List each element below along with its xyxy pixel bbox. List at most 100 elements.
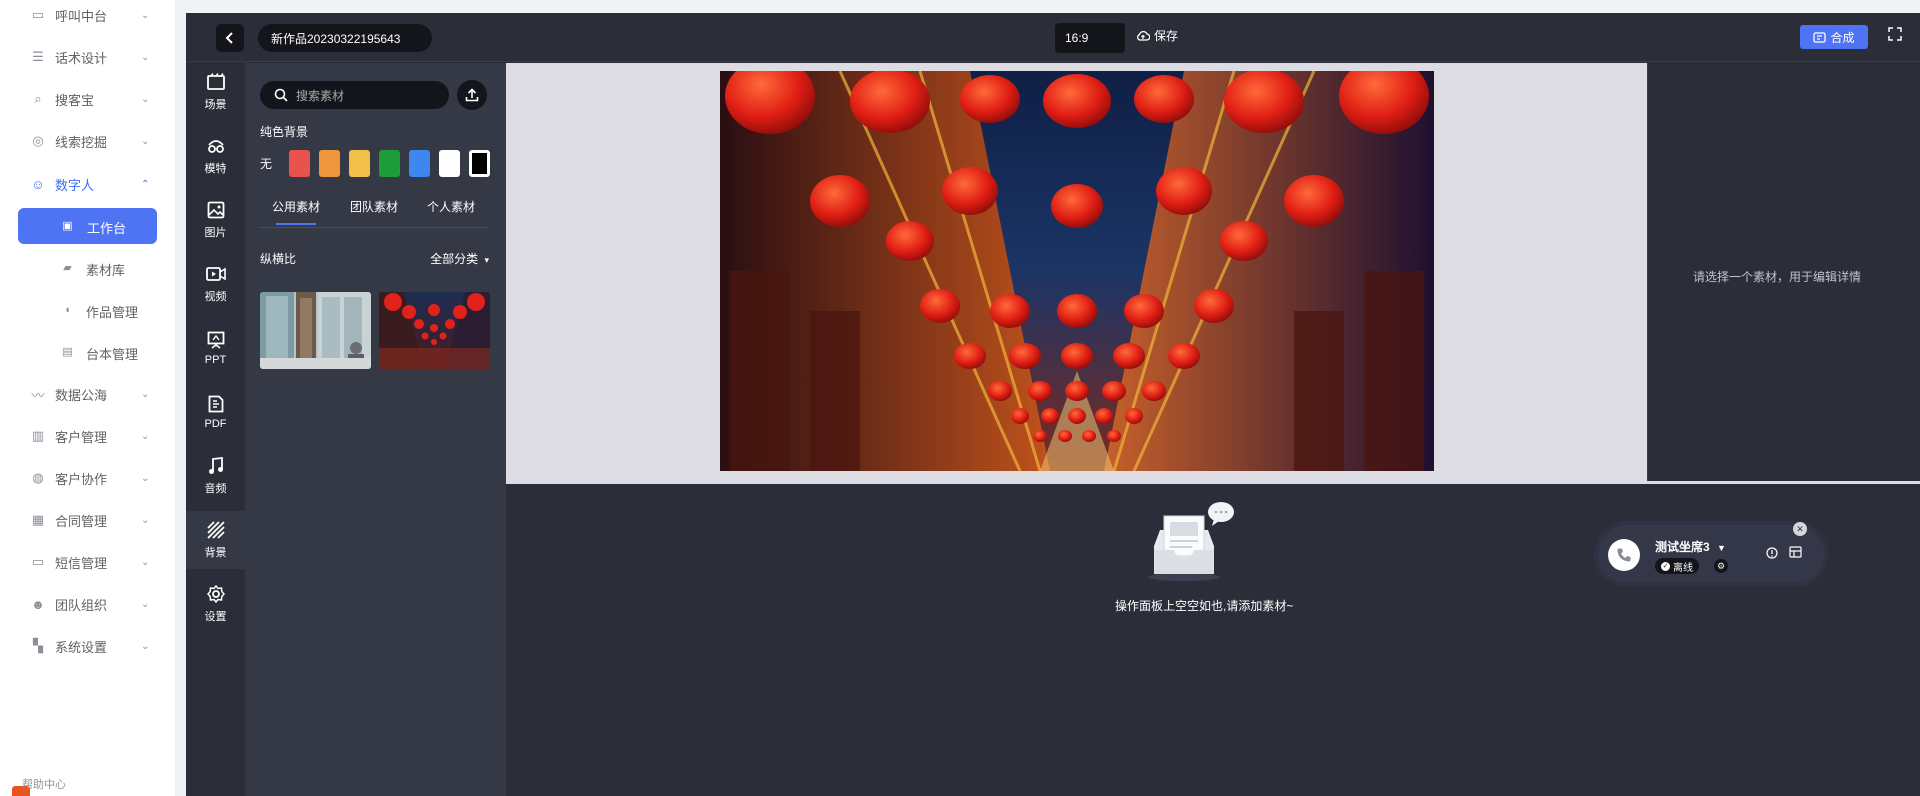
aspect-ratio-select[interactable]: 16:9 <box>1055 23 1125 53</box>
close-icon[interactable]: ✕ <box>1793 522 1807 536</box>
editor-topbar: 新作品20230322195643 16:9 保存 合成 <box>186 13 1920 62</box>
back-button[interactable] <box>216 24 244 52</box>
rail-item-background[interactable]: 背景 <box>186 511 245 569</box>
tab-team-materials[interactable]: 团队素材 <box>350 198 398 215</box>
phone-icon[interactable] <box>1608 539 1640 571</box>
aspect-ratio-label: 纵横比 <box>260 252 297 266</box>
agent-status-badge[interactable]: ✓ 离线 <box>1655 558 1699 574</box>
category-dropdown[interactable]: 全部分类 ▾ <box>430 250 489 267</box>
nav-item-contract-management[interactable]: ▦ 合同管理 ⌄ <box>0 502 176 538</box>
material-tabs: 公用素材 团队素材 个人素材 <box>260 198 489 228</box>
color-swatch[interactable] <box>319 150 340 177</box>
chevron-down-icon: ⌄ <box>141 51 150 63</box>
dialpad-panel-icon[interactable] <box>1789 546 1802 561</box>
video-editor: 新作品20230322195643 16:9 保存 合成 场景 模特 图片 视频… <box>186 13 1920 796</box>
chevron-up-icon: ⌃ <box>141 178 150 190</box>
chevron-down-icon: ⌄ <box>141 135 150 147</box>
search-placeholder: 搜索素材 <box>296 88 345 103</box>
compose-button[interactable]: 合成 <box>1800 25 1868 49</box>
scene-icon <box>206 72 226 92</box>
sub-item-material-library[interactable]: ▰ 素材库 <box>0 250 176 286</box>
chart-icon: 〰 <box>31 387 45 403</box>
target-icon: ◎ <box>32 133 44 148</box>
users-icon: ◍ <box>32 470 44 485</box>
nav-item-soukebao[interactable]: ⌕ 搜客宝 ⌄ <box>0 81 176 117</box>
gear-icon <box>206 584 226 604</box>
caret-down-icon: ▼ <box>1717 543 1726 553</box>
chevron-down-icon: ⌄ <box>141 640 150 652</box>
film-icon <box>1813 31 1827 43</box>
color-swatch[interactable] <box>289 150 310 177</box>
rail-item-pdf[interactable]: PDF <box>186 383 245 441</box>
sub-item-workbench[interactable]: ▣ 工作台 <box>18 208 157 244</box>
nav-item-sms-management[interactable]: ▭ 短信管理 ⌄ <box>0 544 176 580</box>
project-title[interactable]: 新作品20230322195643 <box>258 24 432 52</box>
rail-item-ppt[interactable]: PPT <box>186 319 245 377</box>
workbench-icon: ▣ <box>62 220 73 232</box>
softphone-widget[interactable]: 测试坐席3 ▼ ✓ 离线 ⚙ ✕ <box>1598 522 1824 583</box>
model-icon <box>206 136 226 156</box>
nav-item-call-center[interactable]: ▭ 呼叫中台 ⌄ <box>0 0 176 33</box>
color-swatch[interactable] <box>409 150 430 177</box>
properties-hint: 请选择一个素材，用于编辑详情 <box>1693 270 1862 284</box>
nav-item-data-pool[interactable]: 〰 数据公海 ⌄ <box>0 376 176 412</box>
color-swatch[interactable] <box>349 150 370 177</box>
tab-personal-materials[interactable]: 个人素材 <box>427 198 475 215</box>
agent-name-dropdown[interactable]: 测试坐席3 ▼ <box>1655 538 1726 555</box>
search-input[interactable]: 搜索素材 <box>260 81 449 109</box>
no-color-option[interactable]: 无 <box>260 155 280 172</box>
message-icon: ▭ <box>31 554 45 569</box>
nav-item-team-org[interactable]: ☻ 团队组织 ⌄ <box>0 586 176 622</box>
nav-item-digital-human[interactable]: ☺ 数字人 ⌃ <box>0 166 176 202</box>
chevron-down-icon: ⌄ <box>141 514 150 526</box>
search-icon <box>274 88 288 102</box>
ppt-icon <box>206 330 226 350</box>
monitor-icon: ▭ <box>31 7 45 22</box>
background-icon <box>206 520 226 540</box>
fullscreen-icon[interactable] <box>1888 27 1902 44</box>
chevron-down-icon: ⌄ <box>141 430 150 442</box>
help-center-link[interactable]: 帮助中心 <box>22 776 66 792</box>
upload-button[interactable] <box>457 80 487 110</box>
rail-item-video[interactable]: 视频 <box>186 255 245 313</box>
nav-item-script-design[interactable]: ☰ 话术设计 ⌄ <box>0 39 176 75</box>
music-icon <box>206 456 226 476</box>
status-settings-icon[interactable]: ⚙ <box>1714 559 1728 573</box>
chevron-down-icon: ⌄ <box>141 472 150 484</box>
nav-item-customer-collab[interactable]: ◍ 客户协作 ⌄ <box>0 460 176 496</box>
search-icon: ⌕ <box>34 91 42 106</box>
tab-public-materials[interactable]: 公用素材 <box>272 198 320 225</box>
color-swatch[interactable] <box>439 150 460 177</box>
rail-item-model[interactable]: 模特 <box>186 127 245 185</box>
rail-item-scene[interactable]: 场景 <box>186 63 245 121</box>
background-thumbnail-office[interactable] <box>260 292 371 369</box>
upload-icon <box>465 88 479 102</box>
nav-item-lead-mining[interactable]: ◎ 线索挖掘 ⌄ <box>0 123 176 159</box>
filter-row: 纵横比 全部分类 ▾ <box>260 250 489 267</box>
background-thumbnail-lanterns[interactable] <box>379 292 490 369</box>
save-button[interactable]: 保存 <box>1136 27 1178 44</box>
info-icon[interactable] <box>1766 547 1778 562</box>
nav-item-system-settings[interactable]: ▚ 系统设置 ⌄ <box>0 628 176 664</box>
save-label: 保存 <box>1154 29 1179 43</box>
chevron-down-icon: ⌄ <box>141 93 150 105</box>
properties-panel: 请选择一个素材，用于编辑详情 <box>1647 63 1920 481</box>
sub-item-works-management[interactable]: ◖ 作品管理 <box>0 292 176 328</box>
canvas-background-image[interactable] <box>720 71 1434 471</box>
nav-item-customer-management[interactable]: ▥ 客户管理 ⌄ <box>0 418 176 454</box>
compose-label: 合成 <box>1830 30 1855 45</box>
preview-canvas[interactable] <box>506 63 1647 481</box>
color-swatch-selected[interactable] <box>469 150 490 177</box>
rail-item-audio[interactable]: 音频 <box>186 447 245 505</box>
chevron-down-icon: ⌄ <box>141 9 150 21</box>
contacts-icon: ▥ <box>31 428 45 443</box>
check-circle-icon: ✓ <box>1661 561 1670 571</box>
color-swatch[interactable] <box>379 150 400 177</box>
clipboard-icon: ▦ <box>31 512 45 527</box>
material-panel: 搜索素材 纯色背景 无 公用素材 团队素材 个人素材 纵横比 全部分类 ▾ <box>245 63 506 796</box>
sub-item-script-management[interactable]: ▤ 台本管理 <box>0 334 176 370</box>
rail-item-settings[interactable]: 设置 <box>186 575 245 633</box>
rail-item-image[interactable]: 图片 <box>186 191 245 249</box>
robot-icon: ☺ <box>31 176 45 192</box>
chevron-down-icon: ⌄ <box>141 598 150 610</box>
